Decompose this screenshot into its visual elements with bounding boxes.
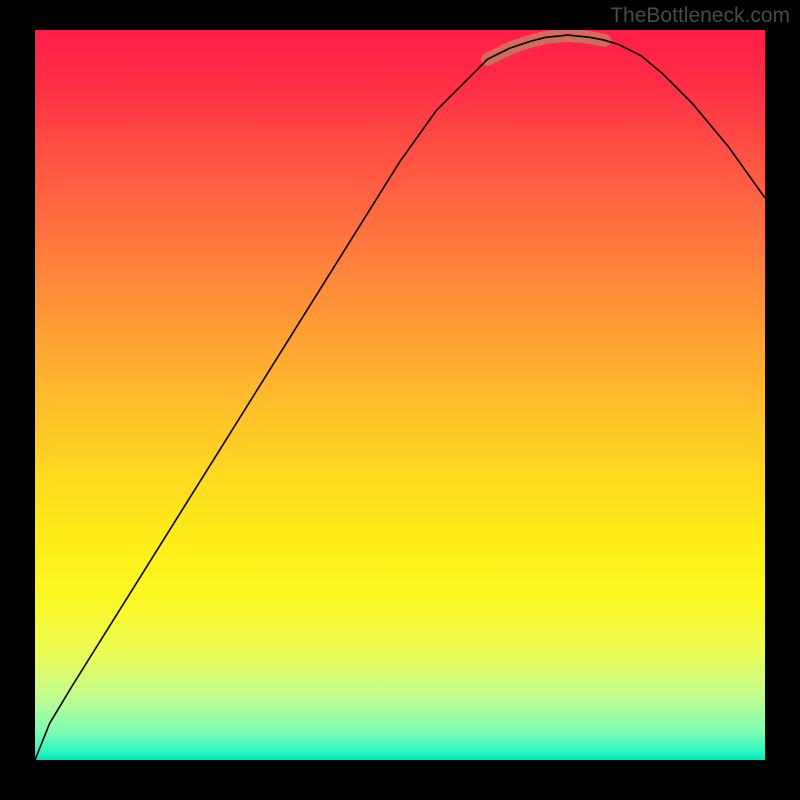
watermark-text: TheBottleneck.com <box>610 4 790 28</box>
chart-svg <box>35 30 765 760</box>
plot-area <box>35 30 765 760</box>
bottleneck-highlight <box>488 35 605 59</box>
bottleneck-curve <box>35 35 765 760</box>
